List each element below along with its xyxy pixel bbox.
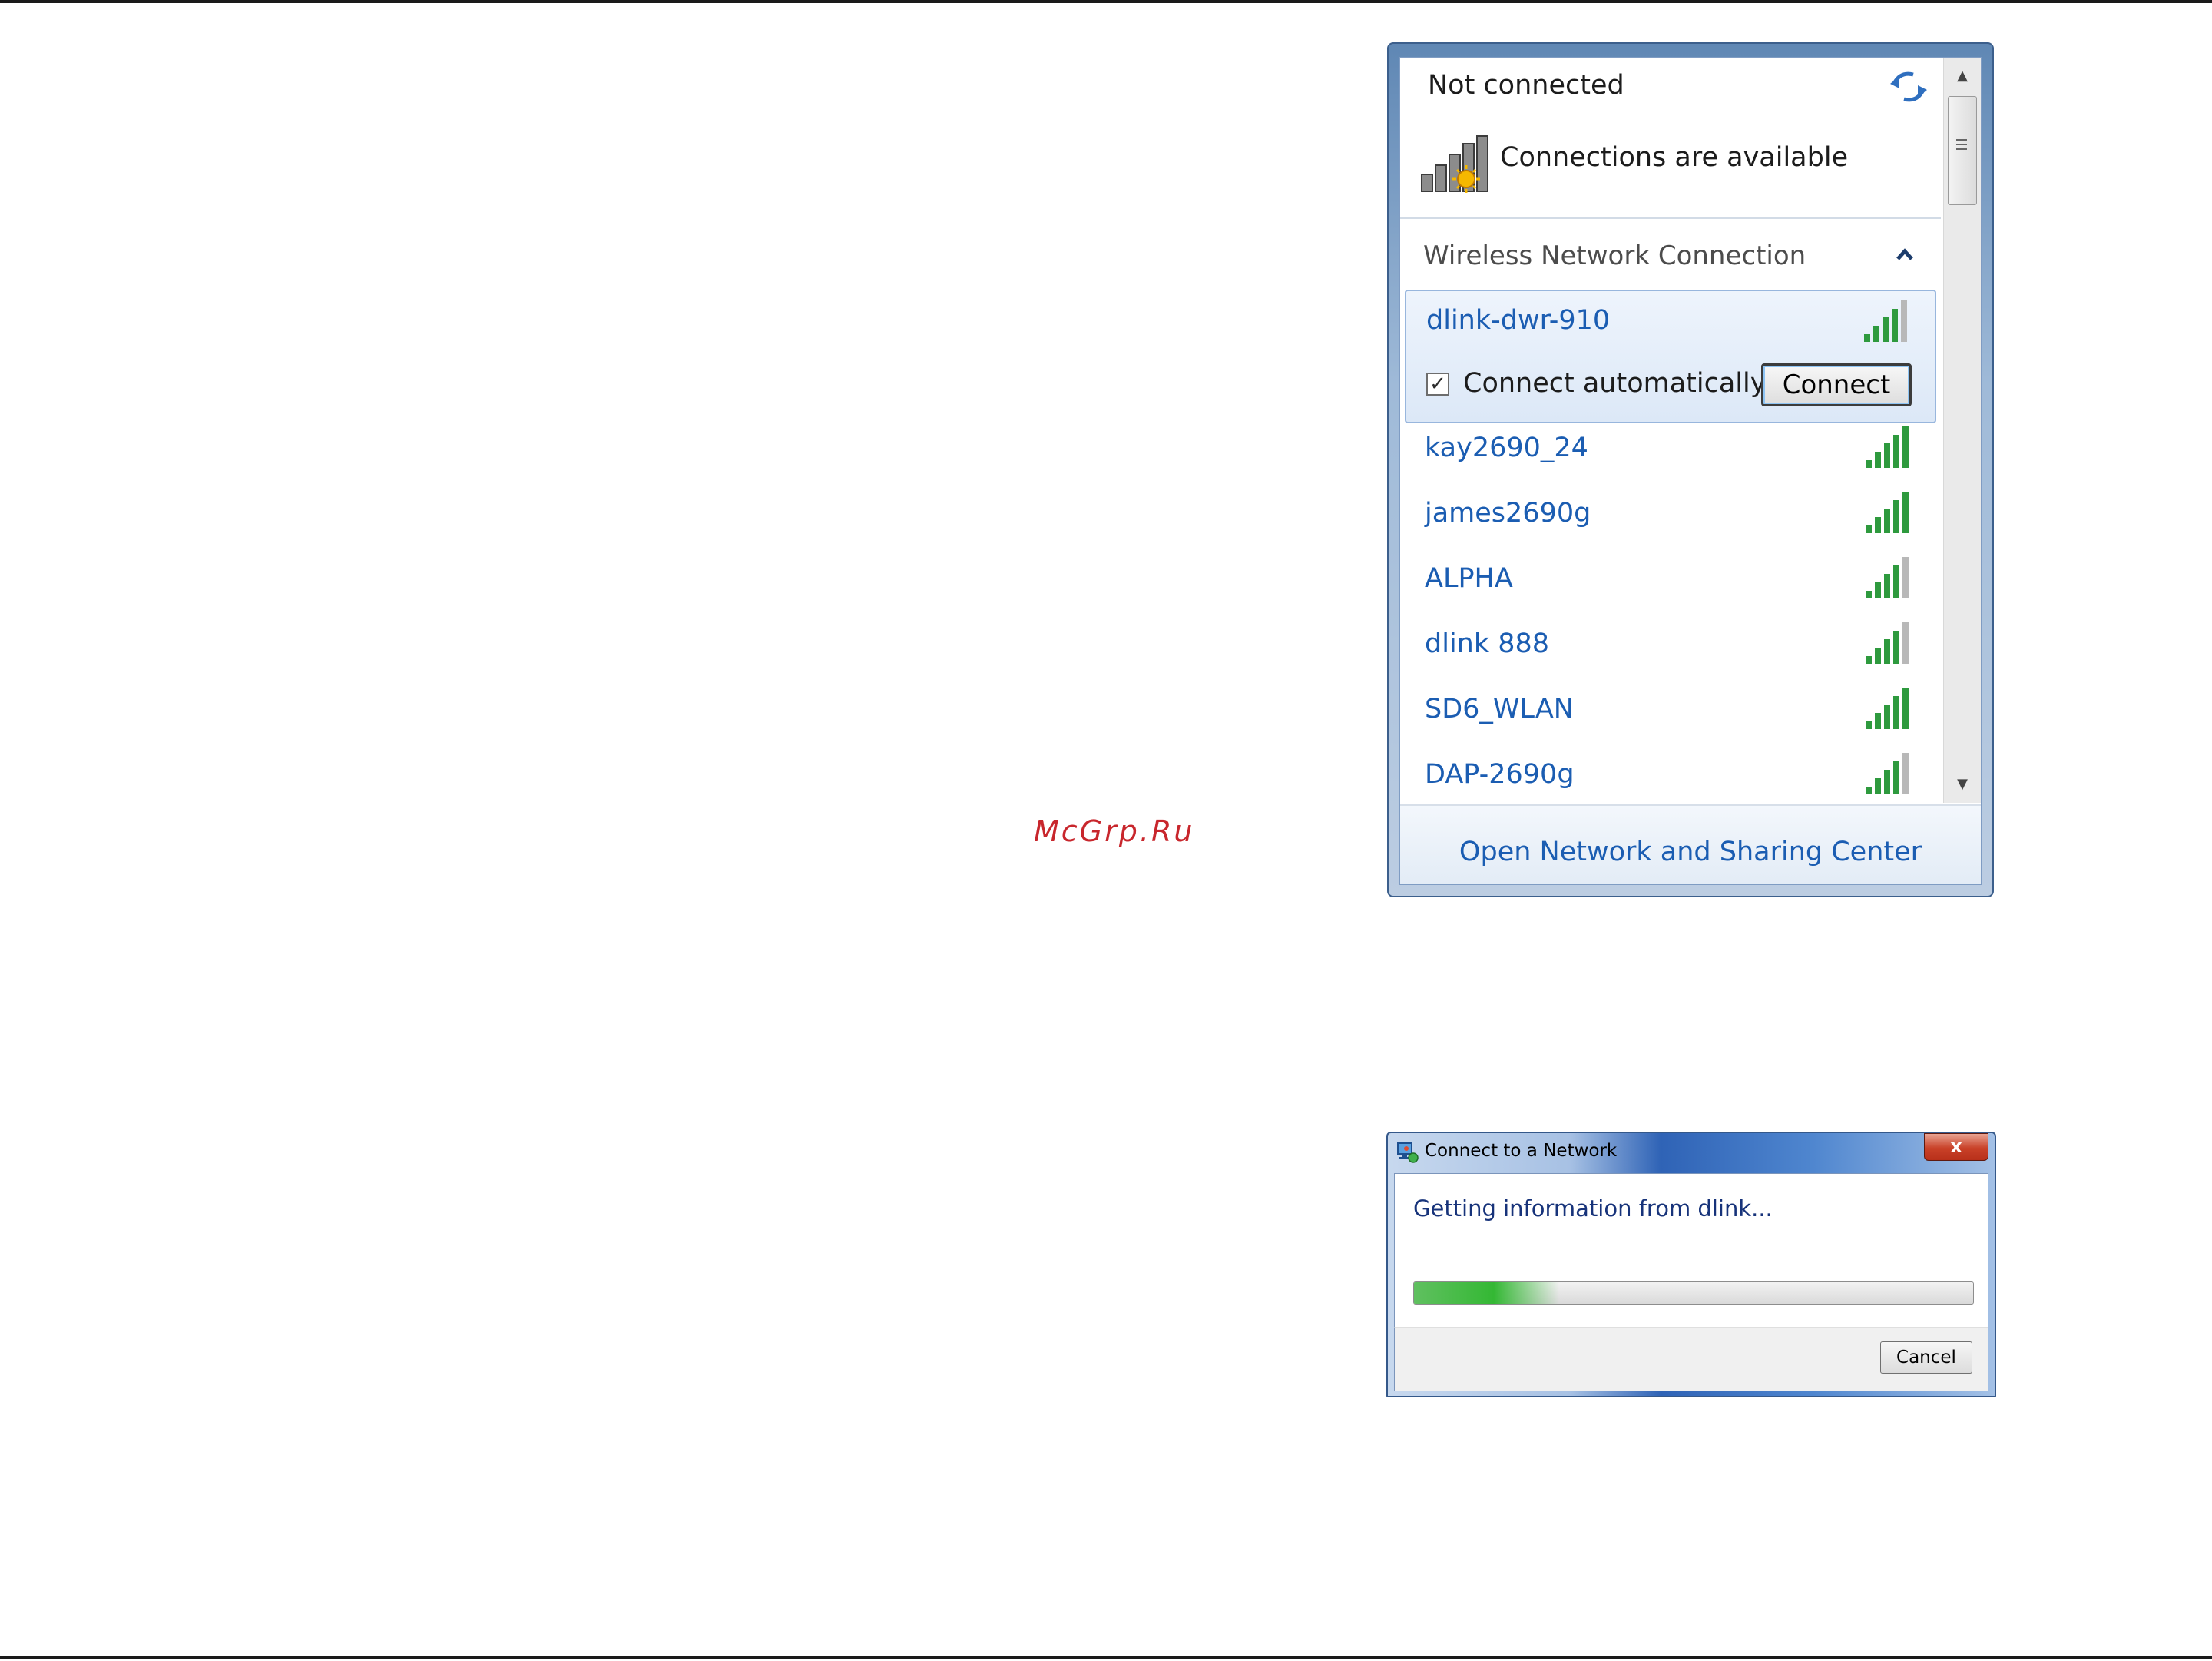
network-name: kay2690_24 (1425, 433, 1588, 463)
network-item[interactable]: kay2690_24 (1405, 426, 1936, 492)
dialog-titlebar[interactable]: Connect to a Network x (1388, 1133, 1995, 1173)
dialog-message: Getting information from dlink... (1413, 1195, 1773, 1222)
dialog-body: Getting information from dlink... (1394, 1173, 1988, 1328)
network-item[interactable]: ALPHA (1405, 557, 1936, 622)
network-name: DAP-2690g (1425, 759, 1575, 790)
network-name: james2690g (1425, 498, 1591, 529)
status-divider (1400, 217, 1941, 219)
section-label: Wireless Network Connection (1423, 240, 1806, 271)
connect-dialog: Connect to a Network x Getting informati… (1386, 1132, 1996, 1397)
signal-strength-icon (1866, 622, 1909, 664)
close-icon[interactable]: x (1924, 1133, 1988, 1161)
network-list: kay2690_24 james2690g ALPHA dlink 888 SD6_WL… (1405, 426, 1936, 803)
scroll-up-button[interactable]: ▲ (1944, 58, 1981, 94)
progress-fill (1414, 1282, 1560, 1304)
network-name: dlink-dwr-910 (1426, 305, 1611, 336)
open-network-sharing-center-link[interactable]: Open Network and Sharing Center (1400, 837, 1981, 867)
signal-strength-icon (1866, 492, 1909, 533)
dialog-title: Connect to a Network (1425, 1141, 1618, 1161)
connection-status: Not connected Connections are available (1400, 58, 1941, 217)
network-list-scrollbar[interactable]: ▲ ▼ (1943, 58, 1981, 803)
network-name: SD6_WLAN (1425, 694, 1574, 724)
network-item[interactable]: james2690g (1405, 492, 1936, 557)
watermark: McGrp.Ru (1034, 814, 1195, 848)
scroll-thumb[interactable] (1948, 96, 1977, 205)
network-item[interactable]: dlink 888 (1405, 622, 1936, 688)
network-name: ALPHA (1425, 563, 1513, 594)
refresh-icon[interactable] (1887, 65, 1930, 108)
network-flyout: Not connected Connections are available (1387, 42, 1994, 897)
flyout-footer: Open Network and Sharing Center (1400, 806, 1981, 884)
network-item[interactable]: SD6_WLAN (1405, 688, 1936, 753)
connections-available-icon (1421, 135, 1488, 193)
network-name: dlink 888 (1425, 628, 1550, 659)
connect-automatically-label: Connect automatically (1463, 368, 1767, 399)
bottom-rule (0, 1656, 2212, 1659)
flyout-panel: Not connected Connections are available (1399, 57, 1982, 885)
scroll-down-button[interactable]: ▼ (1944, 766, 1981, 803)
scroll-grip-icon (1956, 139, 1967, 141)
cancel-button[interactable]: Cancel (1880, 1341, 1972, 1374)
signal-strength-icon (1866, 753, 1909, 794)
signal-strength-icon (1866, 688, 1909, 729)
dialog-footer: Cancel (1394, 1327, 1988, 1391)
chevron-up-icon[interactable] (1892, 242, 1918, 268)
wireless-section-header[interactable]: Wireless Network Connection (1400, 222, 1941, 287)
progress-bar (1413, 1281, 1974, 1305)
network-item-selected[interactable]: dlink-dwr-910 ✓ Connect automatically Co… (1405, 290, 1936, 423)
top-rule (0, 0, 2212, 3)
network-icon (1397, 1142, 1419, 1163)
signal-strength-icon (1866, 426, 1909, 468)
network-item[interactable]: DAP-2690g (1405, 753, 1936, 803)
connect-button[interactable]: Connect (1761, 363, 1912, 406)
availability-label: Connections are available (1500, 142, 1849, 173)
signal-strength-icon (1866, 557, 1909, 598)
signal-strength-icon (1864, 300, 1907, 342)
connect-automatically-checkbox[interactable]: ✓ (1426, 373, 1449, 396)
status-label: Not connected (1428, 70, 1624, 101)
